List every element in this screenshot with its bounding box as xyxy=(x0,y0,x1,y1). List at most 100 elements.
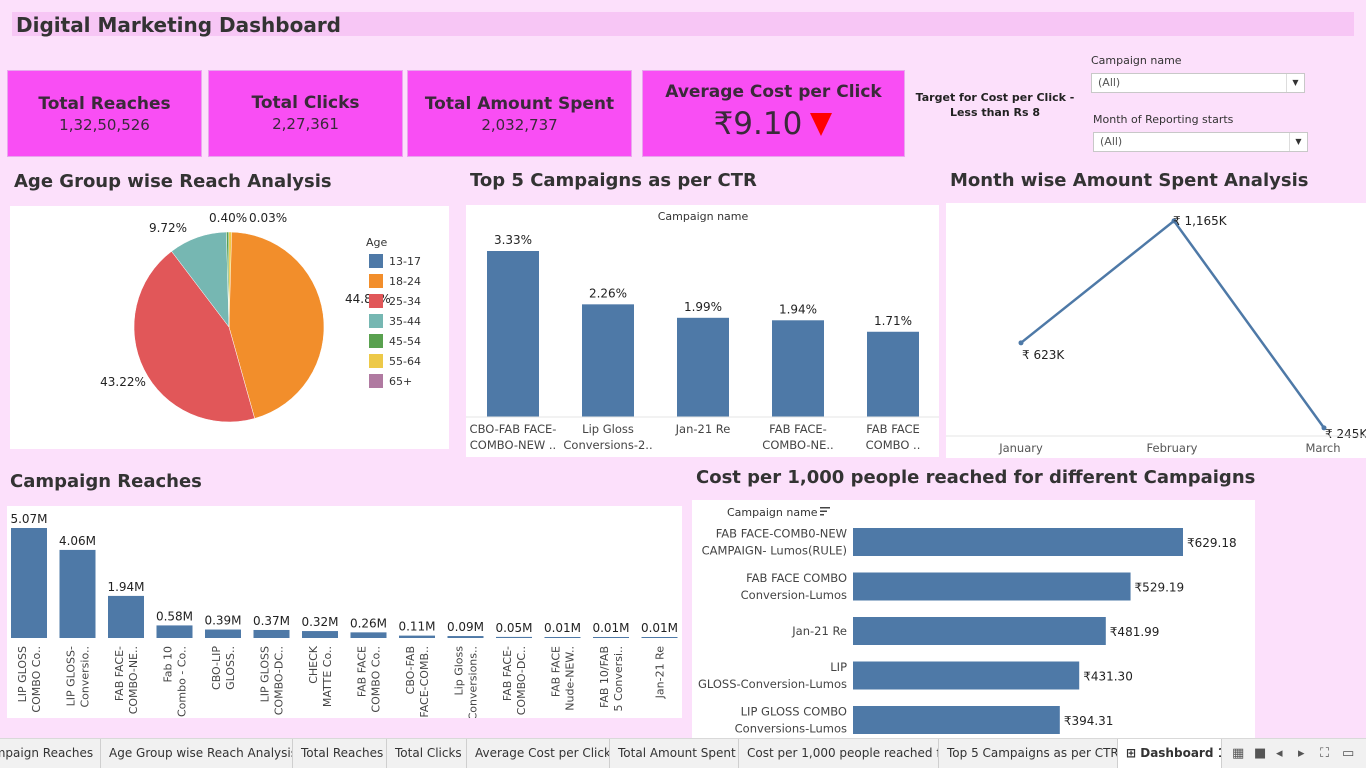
legend-swatch[interactable] xyxy=(369,254,383,268)
bar[interactable] xyxy=(253,629,290,638)
tab-top-5-campaigns-as-per-ctr[interactable]: Top 5 Campaigns as per CTR xyxy=(939,739,1118,768)
bar-label: ₹629.18 xyxy=(1187,536,1237,550)
category-label-line: Conversions.. xyxy=(467,646,480,718)
kpi-total-amount-spent[interactable]: Total Amount Spent 2,032,737 xyxy=(407,70,632,157)
category-label-line: FAB FACE xyxy=(356,646,369,697)
bar[interactable] xyxy=(496,636,532,638)
category-label: Jan-21 Re xyxy=(654,646,667,700)
bar-label: 1.94% xyxy=(779,302,817,316)
category-label: FAB FACE xyxy=(866,422,920,436)
legend-swatch[interactable] xyxy=(369,374,383,388)
bar[interactable] xyxy=(677,317,729,417)
category-label-line: Lip Gloss xyxy=(453,646,466,696)
legend-title: Age xyxy=(366,236,388,249)
bar[interactable] xyxy=(593,637,629,638)
bar[interactable] xyxy=(853,528,1183,556)
category-label-line: CBO-LIP xyxy=(210,646,223,690)
bar[interactable] xyxy=(853,617,1106,645)
category-label-line: FACE-COMB.. xyxy=(418,646,431,718)
bar[interactable] xyxy=(205,629,241,638)
sort-descending-icon[interactable] xyxy=(820,507,830,516)
tab-total-reaches[interactable]: Total Reaches xyxy=(293,739,387,768)
chevron-down-icon[interactable]: ▼ xyxy=(1286,74,1304,92)
bar[interactable] xyxy=(582,304,634,417)
tab-age-group-wise-reach-analysis[interactable]: Age Group wise Reach Analysis xyxy=(101,739,293,768)
next-icon[interactable]: ▸ xyxy=(1298,746,1305,761)
category-label: COMBO-NEW .. xyxy=(470,438,556,452)
line-point[interactable] xyxy=(1018,340,1024,346)
tab-cost-per-1-000-people-reached-f[interactable]: Cost per 1,000 people reached f... xyxy=(739,739,939,768)
bar[interactable] xyxy=(447,636,484,638)
bar[interactable] xyxy=(867,331,919,417)
category-label: CAMPAIGN- Lumos(RULE) xyxy=(702,544,847,558)
tab-average-cost-per-click[interactable]: Average Cost per Click xyxy=(467,739,610,768)
category-label: CBO-FAB FACE- xyxy=(470,422,557,436)
month-filter-dropdown[interactable]: (All) ▼ xyxy=(1093,132,1308,152)
tab-dashboard-1[interactable]: ⊞ Dashboard 1 xyxy=(1118,739,1222,768)
bar[interactable] xyxy=(11,528,47,638)
legend-item-45-54[interactable]: 45-54 xyxy=(389,335,421,348)
bar[interactable] xyxy=(853,706,1060,734)
category-label-line: COMBO-DC.. xyxy=(273,646,286,715)
category-label-line: Fab 10 xyxy=(162,646,175,683)
bar[interactable] xyxy=(399,635,435,638)
presentation-icon[interactable]: ▭ xyxy=(1342,746,1354,761)
legend-item-18-24[interactable]: 18-24 xyxy=(389,275,421,288)
tab-campaign-reaches[interactable]: Campaign Reaches xyxy=(0,739,101,768)
series-line[interactable] xyxy=(1020,219,1326,429)
legend-swatch[interactable] xyxy=(369,354,383,368)
kpi-value: 1,32,50,526 xyxy=(59,116,150,134)
cpm-section-title: Cost per 1,000 people reached for differ… xyxy=(696,467,1256,488)
kpi-total-clicks[interactable]: Total Clicks 2,27,361 xyxy=(208,70,403,157)
bar[interactable] xyxy=(487,251,539,417)
legend-swatch[interactable] xyxy=(369,334,383,348)
chart-header: Campaign name xyxy=(658,210,749,223)
category-label-line: COMBO-DC.. xyxy=(515,646,528,715)
fullscreen-icon[interactable]: ⛶ xyxy=(1320,746,1329,761)
legend-item-25-34[interactable]: 25-34 xyxy=(389,295,421,308)
bar-label: 0.01M xyxy=(641,621,678,635)
category-label: CHECK MATTE Co.. xyxy=(307,645,334,707)
bar[interactable] xyxy=(156,625,193,638)
category-label-line: LIP GLOSS xyxy=(259,646,272,702)
legend-swatch[interactable] xyxy=(369,274,383,288)
campaign-filter-dropdown[interactable]: (All) ▼ xyxy=(1091,73,1305,93)
sort-icon-bar xyxy=(820,510,827,512)
category-label-line: FAB 10/FAB xyxy=(598,646,611,708)
chevron-down-icon[interactable]: ▼ xyxy=(1289,133,1307,151)
legend-swatch[interactable] xyxy=(369,294,383,308)
category-label: LIP GLOSS COMBO-DC.. xyxy=(259,646,286,715)
tab-total-amount-spent[interactable]: Total Amount Spent xyxy=(610,739,739,768)
bar[interactable] xyxy=(853,572,1131,601)
category-label-line: Jan-21 Re xyxy=(654,646,667,700)
prev-icon[interactable]: ◂ xyxy=(1276,746,1283,761)
kpi-average-cpc[interactable]: Average Cost per Click ₹9.10 xyxy=(642,70,905,157)
legend-swatch[interactable] xyxy=(369,314,383,328)
tab-label: Top 5 Campaigns as per CTR xyxy=(947,746,1118,760)
bar[interactable] xyxy=(641,637,678,638)
grid-view-icon[interactable]: ▦ xyxy=(1232,746,1244,761)
bar[interactable] xyxy=(853,661,1080,690)
legend-item-13-17[interactable]: 13-17 xyxy=(389,255,421,268)
category-label-line: GLOSS.. xyxy=(224,646,237,690)
bar[interactable] xyxy=(544,637,581,638)
legend-item-55-64[interactable]: 55-64 xyxy=(389,355,421,368)
bar[interactable] xyxy=(108,595,144,638)
category-label: Lip Gloss xyxy=(582,422,634,436)
legend-item-65+[interactable]: 65+ xyxy=(389,375,412,388)
kpi-total-reaches[interactable]: Total Reaches 1,32,50,526 xyxy=(7,70,202,157)
category-label: LIP GLOSS COMBO xyxy=(741,705,847,719)
bar[interactable] xyxy=(772,320,824,417)
bar[interactable] xyxy=(302,631,338,638)
dashboard-icon: ⊞ xyxy=(1126,746,1141,760)
category-label: FAB 10/FAB 5 Conversi.. xyxy=(598,646,625,711)
point-label: ₹ 1,165K xyxy=(1173,214,1228,228)
legend-item-35-44[interactable]: 35-44 xyxy=(389,315,421,328)
tab-total-clicks[interactable]: Total Clicks xyxy=(387,739,467,768)
sheet-view-icon[interactable]: ■ xyxy=(1254,746,1266,761)
category-label: FAB FACE- xyxy=(769,422,827,436)
bar[interactable] xyxy=(350,632,387,638)
category-label-line: CHECK xyxy=(307,645,320,684)
bar-label: ₹431.30 xyxy=(1083,670,1133,684)
bar[interactable] xyxy=(59,549,96,638)
